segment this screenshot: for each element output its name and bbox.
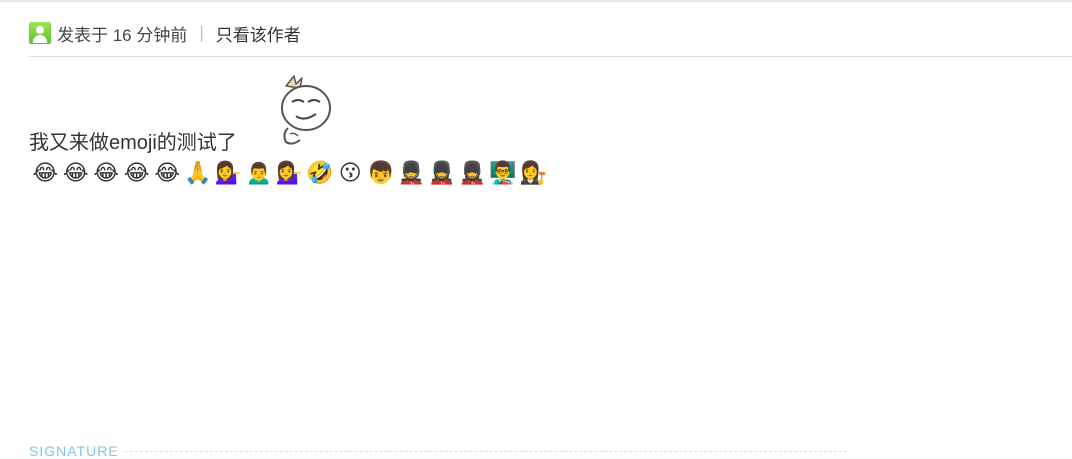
- signature-section: SIGNATURE: [29, 443, 847, 459]
- top-divider: [0, 0, 1072, 2]
- emoji-item: 👦: [367, 161, 395, 186]
- meta-divider: [29, 56, 1072, 57]
- emoji-item: 😂: [93, 161, 120, 186]
- emoji-item: 🙏: [184, 161, 212, 186]
- only-view-author-link[interactable]: 只看该作者: [216, 21, 301, 46]
- emoji-row: 😂 😂 😂 😂 😂 🙏 💁‍♀️ 🙍‍♂️ 💁‍♀️ 🤣 😗 👦 💂 💂‍♀️ 💂‍♀️ 👨‍🏫 👩‍⚖️: [30, 160, 549, 188]
- emoji-item: 😂: [154, 161, 181, 186]
- emoji-item: 👩‍⚖️: [519, 161, 547, 186]
- emoji-item: 😂: [123, 161, 150, 186]
- emoji-item: 😂: [62, 161, 89, 186]
- emoji-item: 🤣: [306, 161, 334, 186]
- emoji-item: 💂: [397, 161, 425, 186]
- emoji-item: 🙍‍♂️: [245, 161, 273, 186]
- emoji-item: 💂‍♀️: [428, 161, 456, 186]
- meta-separator: |: [199, 23, 204, 42]
- emoji-item: 😂: [32, 161, 59, 186]
- emoji-item: 💁‍♀️: [214, 161, 242, 186]
- post-meta-bar: 发表于 16 分钟前 | 只看该作者: [29, 20, 301, 46]
- emoji-item: 💁‍♀️: [275, 161, 303, 186]
- user-avatar-icon[interactable]: [29, 22, 51, 44]
- posted-time: 发表于 16 分钟前: [57, 25, 188, 45]
- emoji-item: 💂‍♀️: [458, 161, 486, 186]
- emoji-item: 😗: [338, 161, 362, 186]
- post-content-text: 我又来做emoji的测试了: [29, 132, 237, 154]
- sticker-face-icon: [281, 75, 331, 145]
- emoji-item: 👨‍🏫: [489, 161, 517, 186]
- signature-label: SIGNATURE: [29, 443, 119, 459]
